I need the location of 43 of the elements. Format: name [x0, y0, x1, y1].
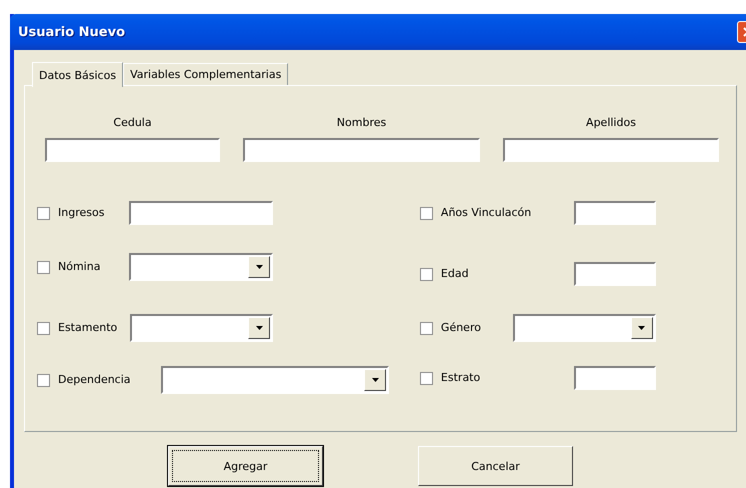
field-label: Estamento	[58, 321, 118, 335]
dropdown-field[interactable]	[130, 314, 273, 342]
checkbox[interactable]	[37, 206, 50, 220]
caret-icon	[256, 326, 262, 330]
caret-icon	[638, 326, 646, 330]
dropdown-field[interactable]	[512, 314, 656, 342]
checkbox[interactable]	[37, 374, 50, 386]
text-field[interactable]	[503, 138, 719, 162]
tab[interactable]: Datos Básicos	[32, 62, 124, 87]
checkbox[interactable]	[420, 322, 433, 334]
dialog-button[interactable]: Cancelar	[418, 446, 573, 486]
checkbox[interactable]	[420, 268, 433, 280]
field-label: Apellidos	[586, 116, 636, 130]
field-label: Ingresos	[58, 206, 104, 220]
dialog-button[interactable]: Agregar	[168, 446, 323, 486]
tab[interactable]: Variables Complementarias	[123, 63, 288, 85]
field-label: Años Vinculacón	[440, 206, 532, 220]
caret-icon	[372, 378, 378, 382]
text-field[interactable]	[574, 262, 656, 286]
field-label: Cedula	[113, 116, 152, 130]
field-label: Nómina	[58, 260, 100, 274]
field-label: Edad	[440, 267, 469, 281]
checkbox[interactable]	[37, 260, 50, 274]
field-label: Dependencia	[58, 373, 131, 387]
checkbox[interactable]	[420, 372, 433, 384]
checkbox[interactable]	[420, 206, 433, 220]
caret-icon	[256, 265, 262, 269]
dropdown-button[interactable]	[630, 317, 653, 339]
dropdown-button[interactable]	[364, 369, 386, 391]
field-label: Estrato	[440, 371, 480, 385]
window-title: Usuario Nuevo	[18, 24, 126, 40]
dropdown-field[interactable]	[129, 253, 273, 281]
text-field[interactable]	[129, 201, 273, 225]
dropdown-field[interactable]	[161, 366, 389, 394]
dropdown-button[interactable]	[248, 256, 270, 278]
checkbox[interactable]	[37, 322, 50, 334]
field-label: Nombres	[336, 116, 386, 130]
text-field[interactable]	[574, 366, 656, 390]
field-label: Género	[440, 321, 481, 335]
text-field[interactable]	[574, 201, 656, 225]
dropdown-button[interactable]	[248, 317, 270, 339]
text-field[interactable]	[45, 138, 220, 162]
text-field[interactable]	[243, 138, 480, 162]
